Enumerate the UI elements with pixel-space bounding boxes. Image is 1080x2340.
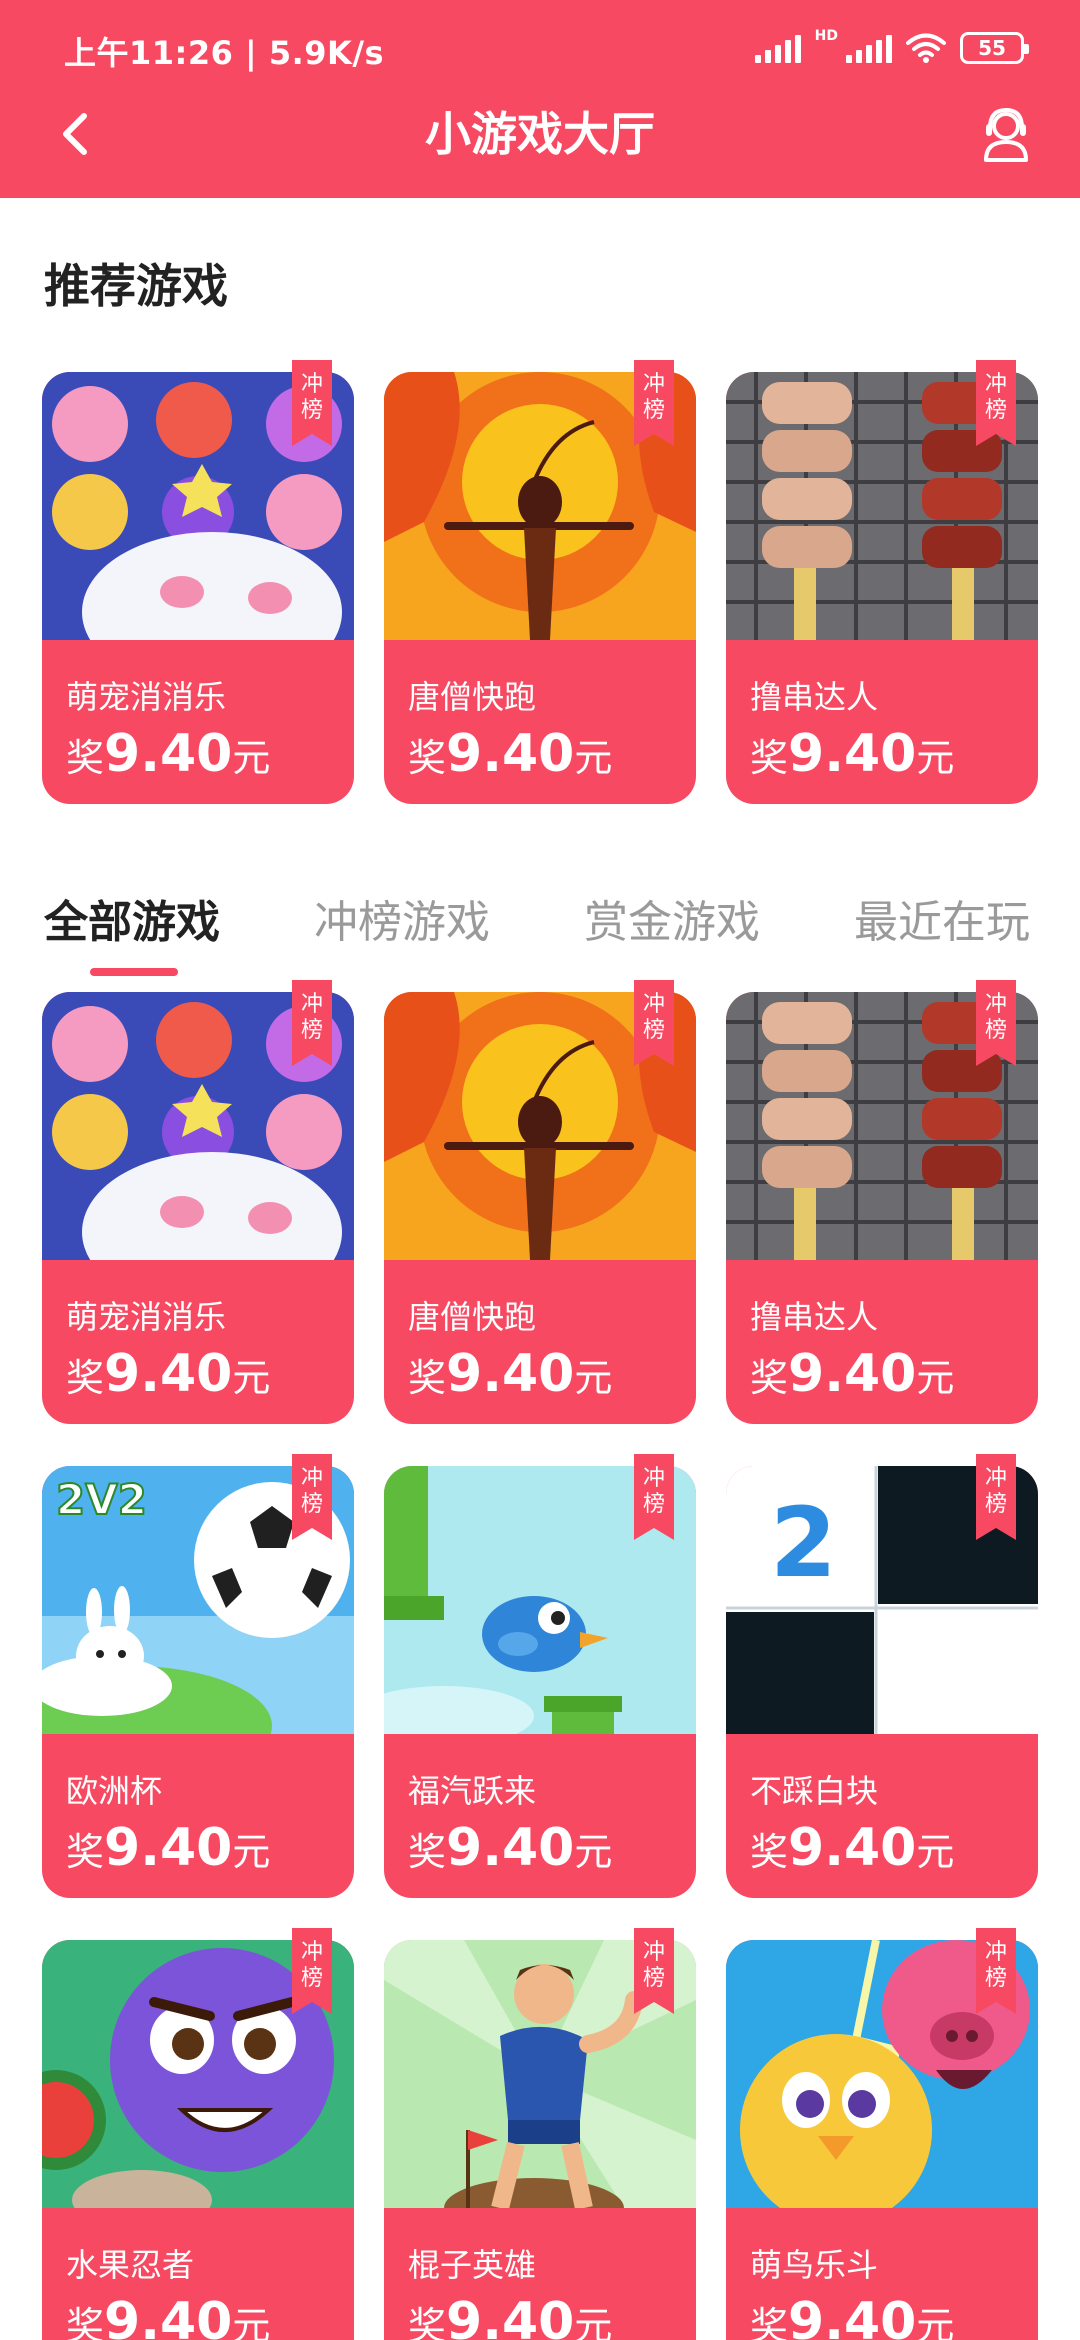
signal-icon (754, 33, 801, 63)
reward-prefix: 奖 (750, 1830, 789, 1874)
game-name: 不踩白块 (750, 1772, 879, 1810)
reward-amount: 9.40 (446, 2292, 575, 2340)
reward-prefix: 奖 (66, 1356, 105, 1400)
game-name: 欧洲杯 (66, 1772, 163, 1810)
status-bar: 上午11:26 | 5.9K/s HD 55 (0, 0, 1080, 96)
recommended-section-title: 推荐游戏 (44, 259, 228, 313)
game-name: 水果忍者 (66, 2246, 195, 2284)
rank-badge: 冲榜 (634, 980, 674, 1066)
reward-prefix: 奖 (750, 1356, 789, 1400)
reward-unit: 元 (916, 1830, 955, 1874)
game-reward: 奖9.40元 (408, 724, 612, 784)
game-reward: 奖9.40元 (66, 1344, 270, 1404)
game-name: 撸串达人 (750, 678, 879, 716)
reward-amount: 9.40 (446, 724, 575, 784)
rank-badge: 冲榜 (976, 980, 1016, 1066)
game-name: 福汽跃来 (408, 1772, 537, 1810)
game-reward: 奖9.40元 (66, 724, 270, 784)
reward-amount: 9.40 (104, 1818, 233, 1878)
game-name: 萌鸟乐斗 (750, 2246, 879, 2284)
rank-badge: 冲榜 (634, 360, 674, 446)
nav-bar: 小游戏大厅 (0, 96, 1080, 198)
reward-amount: 9.40 (788, 2292, 917, 2340)
hd-label: HD (814, 28, 838, 44)
game-reward: 奖9.40元 (408, 1344, 612, 1404)
game-reward: 奖9.40元 (750, 2292, 954, 2340)
reward-prefix: 奖 (750, 2304, 789, 2340)
rank-badge: 冲榜 (292, 360, 332, 446)
tab-active-indicator (90, 968, 178, 976)
reward-prefix: 奖 (408, 1356, 447, 1400)
reward-unit: 元 (232, 1356, 271, 1400)
game-name: 萌宠消消乐 (66, 1298, 227, 1336)
tab-ranking-games[interactable]: 冲榜游戏 (314, 886, 490, 950)
rank-badge: 冲榜 (976, 1928, 1016, 2014)
signal-hd-icon (846, 33, 892, 63)
reward-prefix: 奖 (408, 2304, 447, 2340)
rank-badge: 冲榜 (292, 1928, 332, 2014)
game-reward: 奖9.40元 (750, 1818, 954, 1878)
battery-level: 55 (978, 36, 1006, 60)
game-reward: 奖9.40元 (408, 1818, 612, 1878)
game-name: 棍子英雄 (408, 2246, 537, 2284)
battery-icon: 55 (960, 32, 1029, 64)
status-icons: HD 55 (754, 28, 1029, 68)
thumbnail-label: 2 (770, 1487, 837, 1599)
customer-service-button[interactable] (972, 100, 1040, 168)
reward-unit: 元 (916, 1356, 955, 1400)
reward-prefix: 奖 (66, 736, 105, 780)
status-time: 上午11:26 | 5.9K/s (64, 34, 385, 72)
page-title: 小游戏大厅 (425, 107, 655, 161)
reward-prefix: 奖 (408, 1830, 447, 1874)
game-reward: 奖9.40元 (408, 2292, 612, 2340)
rank-badge: 冲榜 (292, 980, 332, 1066)
reward-amount: 9.40 (104, 2292, 233, 2340)
tab-bounty-games[interactable]: 赏金游戏 (584, 886, 760, 950)
reward-amount: 9.40 (446, 1344, 575, 1404)
game-reward: 奖9.40元 (750, 724, 954, 784)
game-name: 唐僧快跑 (408, 1298, 537, 1336)
game-reward: 奖9.40元 (66, 1818, 270, 1878)
rank-badge: 冲榜 (634, 1454, 674, 1540)
reward-prefix: 奖 (66, 1830, 105, 1874)
reward-amount: 9.40 (788, 724, 917, 784)
tab-all-games[interactable]: 全部游戏 (44, 886, 220, 950)
game-name: 萌宠消消乐 (66, 678, 227, 716)
game-reward: 奖9.40元 (750, 1344, 954, 1404)
reward-unit: 元 (232, 2304, 271, 2340)
game-name: 唐僧快跑 (408, 678, 537, 716)
header: 上午11:26 | 5.9K/s HD 55 小游戏大厅 (0, 0, 1080, 198)
reward-unit: 元 (232, 1830, 271, 1874)
reward-amount: 9.40 (104, 1344, 233, 1404)
reward-prefix: 奖 (750, 736, 789, 780)
reward-prefix: 奖 (408, 736, 447, 780)
game-reward: 奖9.40元 (66, 2292, 270, 2340)
reward-unit: 元 (574, 1356, 613, 1400)
rank-badge: 冲榜 (976, 1454, 1016, 1540)
reward-unit: 元 (574, 2304, 613, 2340)
reward-amount: 9.40 (788, 1818, 917, 1878)
reward-amount: 9.40 (788, 1344, 917, 1404)
tab-recently-played[interactable]: 最近在玩 (854, 886, 1030, 950)
reward-unit: 元 (574, 736, 613, 780)
reward-unit: 元 (232, 736, 271, 780)
reward-unit: 元 (574, 1830, 613, 1874)
reward-amount: 9.40 (104, 724, 233, 784)
game-name: 撸串达人 (750, 1298, 879, 1336)
rank-badge: 冲榜 (634, 1928, 674, 2014)
headset-user-icon (984, 107, 1028, 162)
game-tabs: 全部游戏 冲榜游戏 赏金游戏 最近在玩 (44, 886, 1080, 986)
reward-unit: 元 (916, 736, 955, 780)
rank-badge: 冲榜 (292, 1454, 332, 1540)
wifi-icon (906, 33, 946, 63)
thumbnail-label: 2V2 (56, 1475, 147, 1524)
rank-badge: 冲榜 (976, 360, 1016, 446)
reward-amount: 9.40 (446, 1818, 575, 1878)
reward-unit: 元 (916, 2304, 955, 2340)
reward-prefix: 奖 (66, 2304, 105, 2340)
